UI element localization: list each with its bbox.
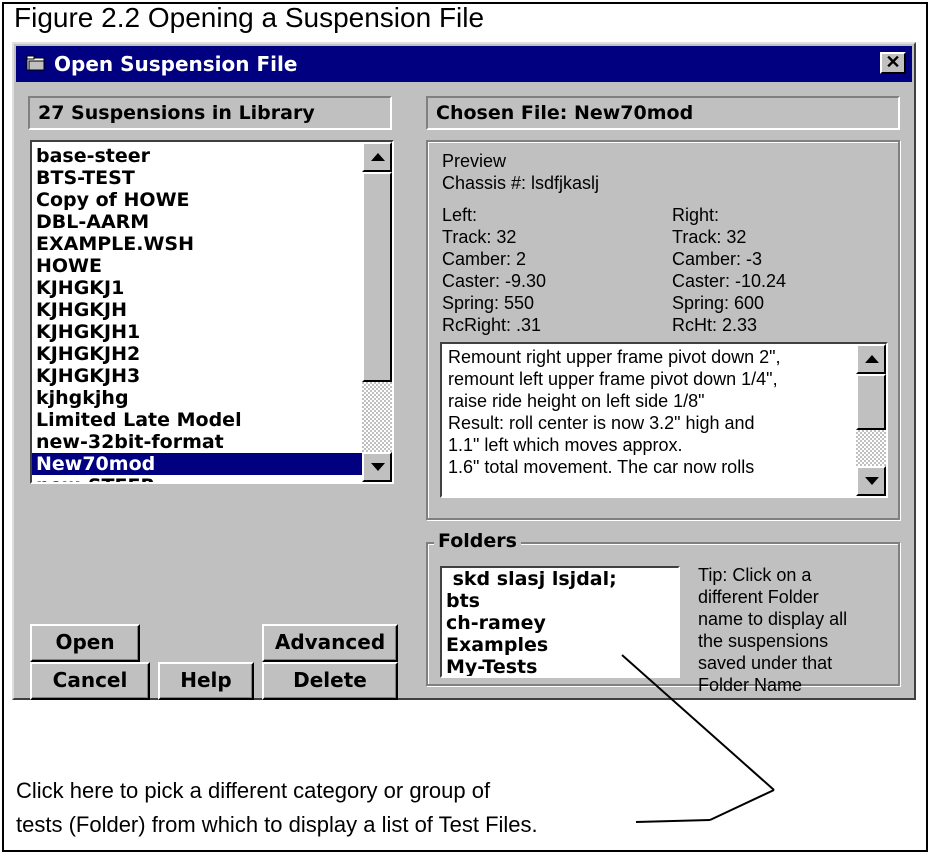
caption-line-1: Click here to pick a different category … bbox=[16, 778, 491, 803]
figure-title: Figure 2.2 Opening a Suspension File bbox=[14, 2, 485, 33]
folder-icon bbox=[26, 55, 45, 71]
folders-panel: Folders skd slasj lsjdal; bts ch-ramey Exam… bbox=[426, 530, 900, 695]
note-line: raise ride height on left side 1/8" bbox=[448, 391, 705, 411]
note-line: Remount right upper frame pivot down 2", bbox=[448, 347, 781, 367]
file-list-item[interactable]: KJHGKJH3 bbox=[32, 365, 362, 387]
right-spec: Right: bbox=[672, 205, 720, 225]
left-spec: Camber: 2 bbox=[442, 249, 527, 269]
file-list-item[interactable]: Limited Late Model bbox=[32, 409, 362, 431]
left-specs: Left: Track: 32 Camber: 2 Caster: -9.30 … bbox=[442, 204, 546, 336]
file-list-item[interactable]: KJHGKJ1 bbox=[32, 277, 362, 299]
note-line: Result: roll center is now 3.2" high and bbox=[448, 413, 755, 433]
notes-scroll-down-button[interactable] bbox=[856, 466, 886, 496]
file-list-item[interactable]: new-32bit-format bbox=[32, 431, 362, 453]
tip-line: the suspensions bbox=[698, 631, 829, 651]
chassis-number: Chassis #: lsdfjkaslj bbox=[442, 173, 600, 193]
file-list-item[interactable]: KJHGKJH1 bbox=[32, 321, 362, 343]
notes-scroll-up-button[interactable] bbox=[856, 344, 886, 374]
note-line: 1.1" left which moves approx. bbox=[448, 435, 683, 455]
folder-list[interactable]: skd slasj lsjdal; bts ch-ramey Examples My-T… bbox=[440, 566, 680, 678]
file-list-item[interactable]: kjhgkjhg bbox=[32, 387, 362, 409]
close-icon: ✕ bbox=[885, 52, 901, 72]
tip-line: name to display all bbox=[698, 609, 848, 629]
left-spec: RcRight: .31 bbox=[442, 315, 542, 335]
file-list-item[interactable]: HOWE bbox=[32, 255, 362, 277]
down-arrow-icon bbox=[371, 463, 385, 471]
file-list-item[interactable]: new-STEER bbox=[32, 475, 362, 482]
tip-line: Folder Name bbox=[698, 675, 803, 695]
file-list-item[interactable]: DBL-AARM bbox=[32, 211, 362, 233]
preview-heading: Preview bbox=[442, 151, 507, 171]
file-list-item[interactable]: EXAMPLE.WSH bbox=[32, 233, 362, 255]
right-specs: Right: Track: 32 Camber: -3 Caster: -10.… bbox=[672, 204, 786, 336]
folder-items: skd slasj lsjdal; bts ch-ramey Examples My-T… bbox=[442, 568, 678, 676]
right-spec: Caster: -10.24 bbox=[672, 271, 787, 291]
left-spec: Track: 32 bbox=[442, 227, 517, 247]
folder-list-item[interactable]: bts bbox=[442, 590, 678, 612]
folders-label: Folders bbox=[434, 530, 521, 552]
file-list-item[interactable]: base-steer bbox=[32, 145, 362, 167]
left-spec: Spring: 550 bbox=[442, 293, 535, 313]
folder-tip: Tip: Click on a different Folder name to… bbox=[698, 564, 847, 696]
tip-line: Tip: Click on a bbox=[698, 565, 812, 585]
right-spec: Spring: 600 bbox=[672, 293, 765, 313]
right-spec: Camber: -3 bbox=[672, 249, 763, 269]
down-arrow-icon bbox=[865, 477, 879, 485]
title-bar[interactable]: Open Suspension File ✕ bbox=[16, 46, 912, 82]
folder-list-item[interactable]: skd slasj lsjdal; bbox=[442, 568, 678, 590]
window-title: Open Suspension File bbox=[54, 52, 298, 76]
notes-scroll-thumb[interactable] bbox=[856, 374, 886, 430]
file-list-item[interactable]: Copy of HOWE bbox=[32, 189, 362, 211]
open-suspension-dialog: Open Suspension File ✕ 27 Suspensions in… bbox=[12, 42, 916, 700]
scroll-down-button[interactable] bbox=[362, 452, 392, 482]
up-arrow-icon bbox=[865, 355, 879, 363]
left-spec: Caster: -9.30 bbox=[442, 271, 547, 291]
tip-line: saved under that bbox=[698, 653, 833, 673]
file-list-item[interactable]: New70mod bbox=[32, 453, 362, 475]
note-line: 1.6" total movement. The car now rolls bbox=[448, 457, 755, 477]
folder-list-item[interactable]: Examples bbox=[442, 634, 678, 656]
right-spec: Track: 32 bbox=[672, 227, 747, 247]
preview-panel: Preview Chassis #: lsdfjkaslj Left: Trac… bbox=[426, 140, 900, 520]
up-arrow-icon bbox=[371, 153, 385, 161]
help-button[interactable]: Help bbox=[158, 662, 254, 700]
notes-text: Remount right upper frame pivot down 2",… bbox=[448, 346, 781, 478]
suspension-file-list[interactable]: base-steer BTS-TEST Copy of HOWE DBL-AARM EX… bbox=[30, 140, 394, 484]
folder-list-item[interactable]: ch-ramey bbox=[442, 612, 678, 634]
file-list-item[interactable]: KJHGKJH bbox=[32, 299, 362, 321]
library-count: 27 Suspensions in Library bbox=[28, 96, 392, 130]
notes-box[interactable]: Remount right upper frame pivot down 2",… bbox=[440, 342, 888, 498]
advanced-button[interactable]: Advanced bbox=[262, 624, 398, 662]
chosen-file: Chosen File: New70mod bbox=[426, 96, 900, 130]
folder-list-item[interactable]: My-Tests bbox=[442, 656, 678, 676]
tip-line: different Folder bbox=[698, 587, 819, 607]
left-spec: Left: bbox=[442, 205, 478, 225]
close-button[interactable]: ✕ bbox=[880, 52, 906, 74]
scroll-up-button[interactable] bbox=[362, 142, 392, 172]
right-spec: RcHt: 2.33 bbox=[672, 315, 758, 335]
note-line: remount left upper frame pivot down 1/4"… bbox=[448, 369, 778, 389]
delete-button[interactable]: Delete bbox=[262, 662, 398, 700]
file-list-item[interactable]: KJHGKJH2 bbox=[32, 343, 362, 365]
file-list-scrollbar[interactable] bbox=[362, 142, 392, 482]
caption-line-2: tests (Folder) from which to display a l… bbox=[16, 812, 538, 837]
open-button[interactable]: Open bbox=[30, 624, 140, 662]
cancel-button[interactable]: Cancel bbox=[30, 662, 150, 700]
scroll-thumb[interactable] bbox=[362, 172, 392, 382]
file-list-item[interactable]: BTS-TEST bbox=[32, 167, 362, 189]
notes-scrollbar[interactable] bbox=[856, 344, 886, 496]
file-items: base-steer BTS-TEST Copy of HOWE DBL-AARM EX… bbox=[32, 142, 362, 482]
